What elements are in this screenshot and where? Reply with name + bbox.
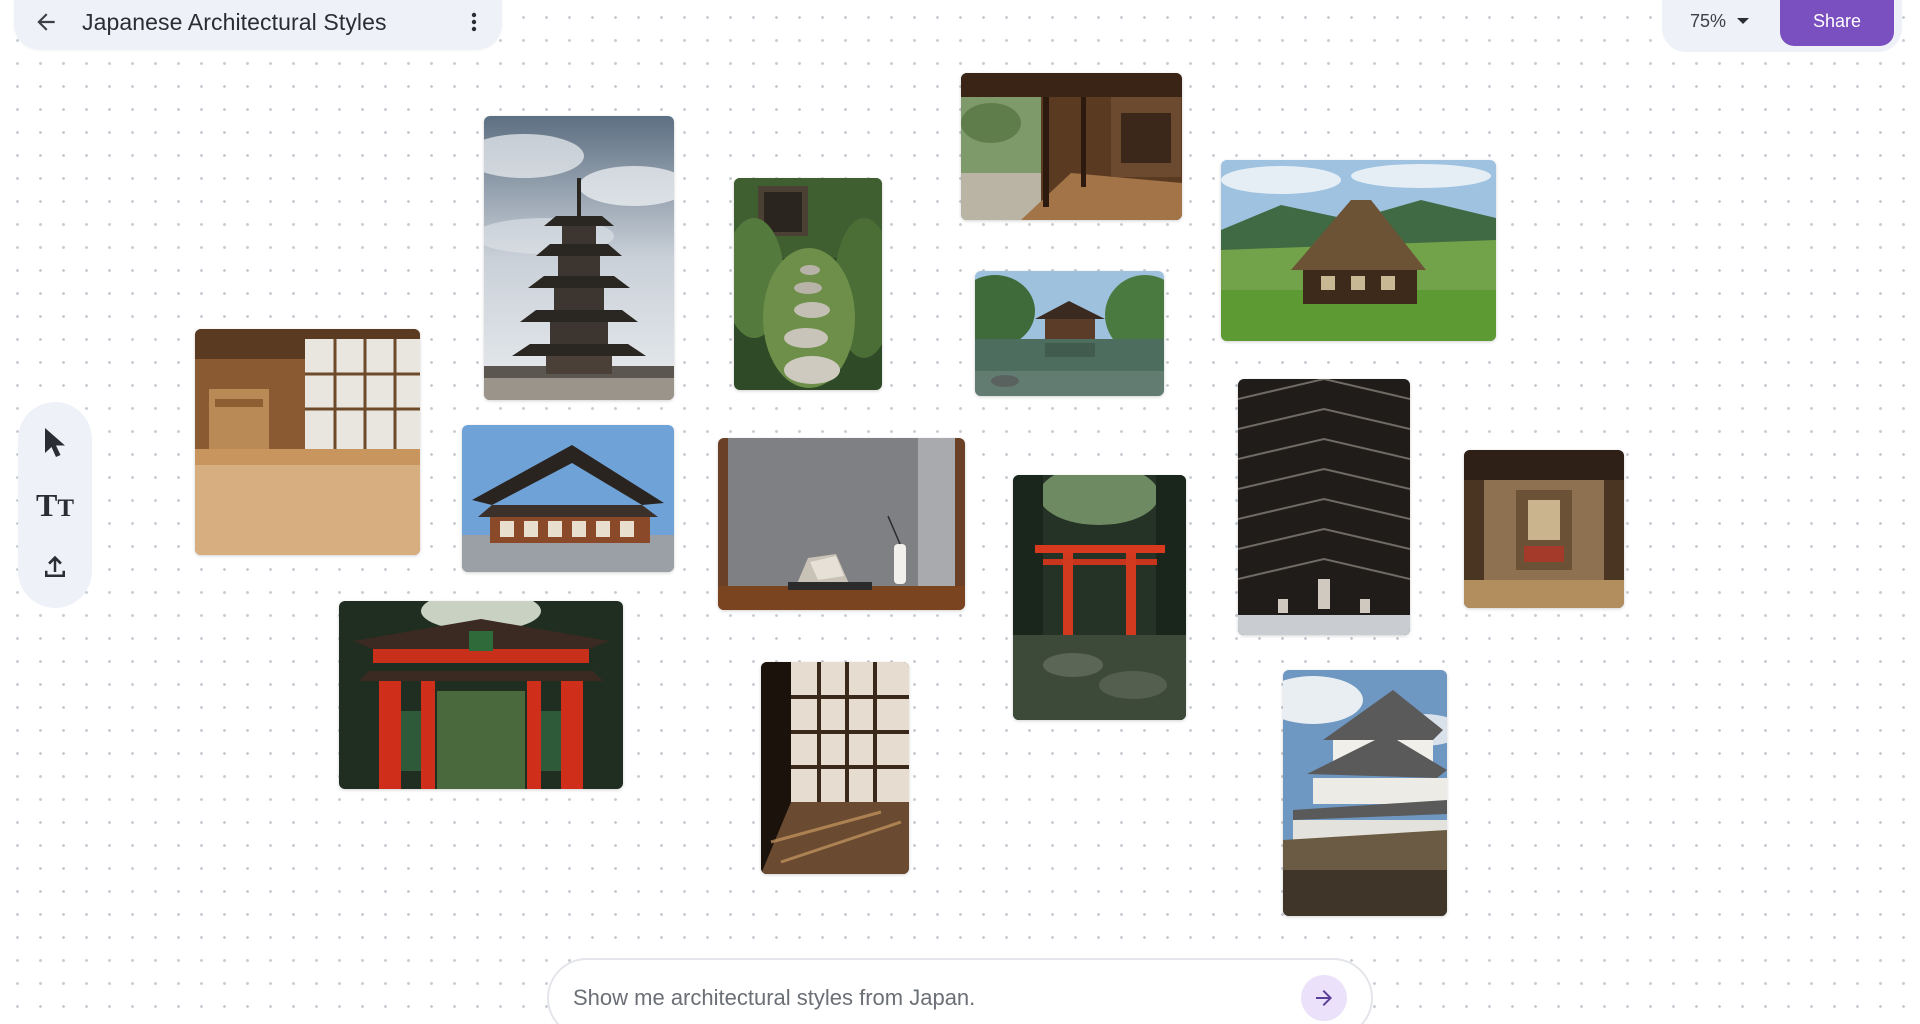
pagoda-image	[484, 116, 674, 400]
caret-down-icon	[1737, 18, 1750, 24]
shoji-corridor-image	[761, 662, 909, 874]
image-card-shoji-corridor[interactable]	[761, 662, 909, 874]
share-button[interactable]: Share	[1780, 0, 1894, 46]
eaves-detail-image	[1238, 379, 1410, 635]
pond-pavilion-image	[975, 271, 1164, 396]
castle-image	[1283, 670, 1447, 916]
pointer-icon	[45, 428, 65, 457]
red-gate-image	[339, 601, 623, 789]
image-card-eaves-detail[interactable]	[1238, 379, 1410, 635]
upload-icon	[45, 555, 65, 577]
image-card-tatami-room[interactable]	[195, 329, 420, 555]
farmhouse-image	[1221, 160, 1496, 341]
back-button[interactable]	[26, 2, 66, 42]
prompt-bar	[547, 958, 1373, 1024]
image-card-pond-pavilion[interactable]	[975, 271, 1164, 396]
image-card-farmhouse[interactable]	[1221, 160, 1496, 341]
image-card-temple-hall[interactable]	[462, 425, 674, 572]
image-card-pagoda[interactable]	[484, 116, 674, 400]
torii-forest-image	[1013, 475, 1186, 720]
send-button[interactable]	[1301, 975, 1347, 1021]
tool-palette: TT	[18, 402, 92, 608]
zoom-label: 75%	[1690, 10, 1727, 31]
tatami-room-image	[195, 329, 420, 555]
moss-path-image	[734, 178, 882, 390]
upload-tool[interactable]	[31, 543, 79, 591]
more-options-button[interactable]	[456, 2, 492, 42]
image-card-castle[interactable]	[1283, 670, 1447, 916]
prompt-input[interactable]	[571, 977, 1301, 1019]
image-card-tokonoma[interactable]	[718, 438, 965, 610]
image-card-veranda[interactable]	[961, 73, 1182, 220]
zoom-dropdown[interactable]: 75%	[1690, 6, 1750, 36]
image-card-torii-forest[interactable]	[1013, 475, 1186, 720]
arrow-left-icon	[37, 13, 55, 31]
image-card-moss-path[interactable]	[734, 178, 882, 390]
text-icon: TT	[35, 487, 75, 523]
tea-room-image	[1464, 450, 1624, 608]
text-tool[interactable]: TT	[31, 481, 79, 529]
temple-hall-image	[462, 425, 674, 572]
title-bar: Japanese Architectural Styles	[14, 0, 502, 50]
tokonoma-image	[718, 438, 965, 610]
image-card-red-gate[interactable]	[339, 601, 623, 789]
veranda-image	[961, 73, 1182, 220]
more-vertical-icon	[471, 12, 477, 32]
arrow-right-icon	[1316, 990, 1332, 1006]
image-card-tea-room[interactable]	[1464, 450, 1624, 608]
select-tool[interactable]	[31, 419, 79, 467]
board-title[interactable]: Japanese Architectural Styles	[82, 9, 456, 36]
